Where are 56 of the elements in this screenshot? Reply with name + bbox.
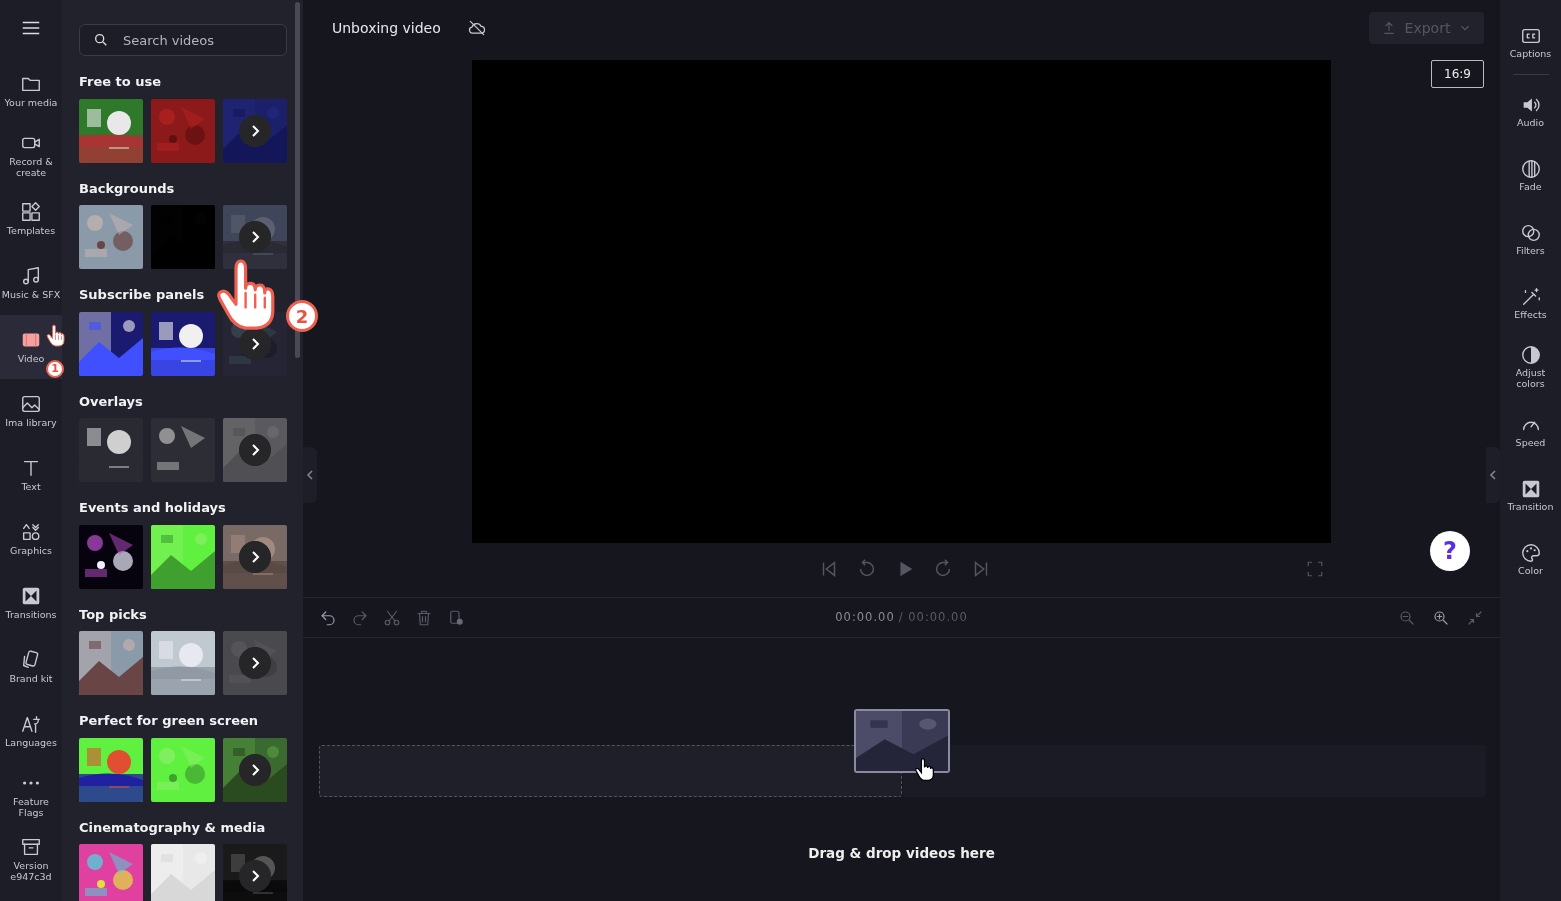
grab-cursor-icon xyxy=(913,756,935,782)
drop-hint: Drag & drop videos here xyxy=(807,844,996,863)
nav-item[interactable]: Graphics xyxy=(0,507,62,571)
tool-button[interactable]: Adjust colors xyxy=(1500,335,1561,399)
tool-button[interactable]: Transition xyxy=(1500,463,1561,527)
zoom-out-icon[interactable] xyxy=(1398,608,1416,627)
tool-button[interactable]: Fade xyxy=(1500,143,1561,207)
project-title[interactable]: Unboxing video xyxy=(332,17,441,39)
trash-icon[interactable] xyxy=(415,608,433,627)
tool-button[interactable]: Speed xyxy=(1500,399,1561,463)
redo-icon[interactable] xyxy=(351,608,369,627)
section-title: Cinematography & media xyxy=(79,818,267,837)
nav-item[interactable]: Transitions xyxy=(0,571,62,635)
pointing-hand-icon xyxy=(45,322,65,348)
step-number: 2 xyxy=(286,300,318,332)
nav-item[interactable]: Text xyxy=(0,443,62,507)
languages-icon xyxy=(20,713,42,736)
contrast-icon xyxy=(1519,344,1542,367)
scissors-icon[interactable] xyxy=(383,608,401,627)
section-title: Perfect for green screen xyxy=(79,712,260,730)
cloud-off-icon xyxy=(466,18,487,38)
nav-item[interactable]: Your media xyxy=(0,59,62,123)
templates-icon xyxy=(20,201,42,224)
more-icon xyxy=(23,781,39,786)
add-clip-icon[interactable] xyxy=(447,608,465,627)
section-title: Events and holidays xyxy=(79,499,227,517)
total-duration: / 00:00.00 xyxy=(898,608,968,626)
drop-zone[interactable] xyxy=(319,745,902,797)
tool-button[interactable]: Audio xyxy=(1500,79,1561,143)
nav-item[interactable]: Feature Flags xyxy=(0,763,62,827)
current-time: 00:00.00 xyxy=(835,608,895,626)
nav-item[interactable]: Brand kit xyxy=(0,635,62,699)
section-title: Top picks xyxy=(79,605,148,624)
fullscreen-icon[interactable] xyxy=(1306,560,1324,578)
section-title: Free to use xyxy=(79,73,163,91)
nav-item[interactable]: Music & SFX xyxy=(0,251,62,315)
tool-button[interactable]: Effects xyxy=(1500,271,1561,335)
nav-item[interactable]: Ima library xyxy=(0,379,62,443)
tool-button[interactable]: Filters xyxy=(1500,207,1561,271)
search-icon xyxy=(93,32,109,48)
search-field[interactable]: Search videos xyxy=(79,24,287,56)
nav-item[interactable]: Languages xyxy=(0,699,62,763)
nav-item[interactable]: Templates xyxy=(0,187,62,251)
nav-item[interactable]: Version e947c3d xyxy=(0,827,62,891)
undo-icon[interactable] xyxy=(319,608,337,627)
aspect-ratio-button[interactable]: 16:9 xyxy=(1431,60,1484,88)
nav-item[interactable]: Record & create xyxy=(0,123,62,187)
zoom-in-icon[interactable] xyxy=(1432,608,1450,627)
palette-icon xyxy=(1519,541,1542,564)
section-title: Subscribe panels xyxy=(79,286,206,304)
fade-icon xyxy=(1519,157,1542,180)
section-title: Overlays xyxy=(79,392,144,411)
section-title: Backgrounds xyxy=(79,179,176,198)
help-button[interactable]: ? xyxy=(1430,531,1470,571)
tool-button[interactable]: Captions xyxy=(1500,10,1561,74)
tool-button[interactable]: Color xyxy=(1500,527,1561,591)
